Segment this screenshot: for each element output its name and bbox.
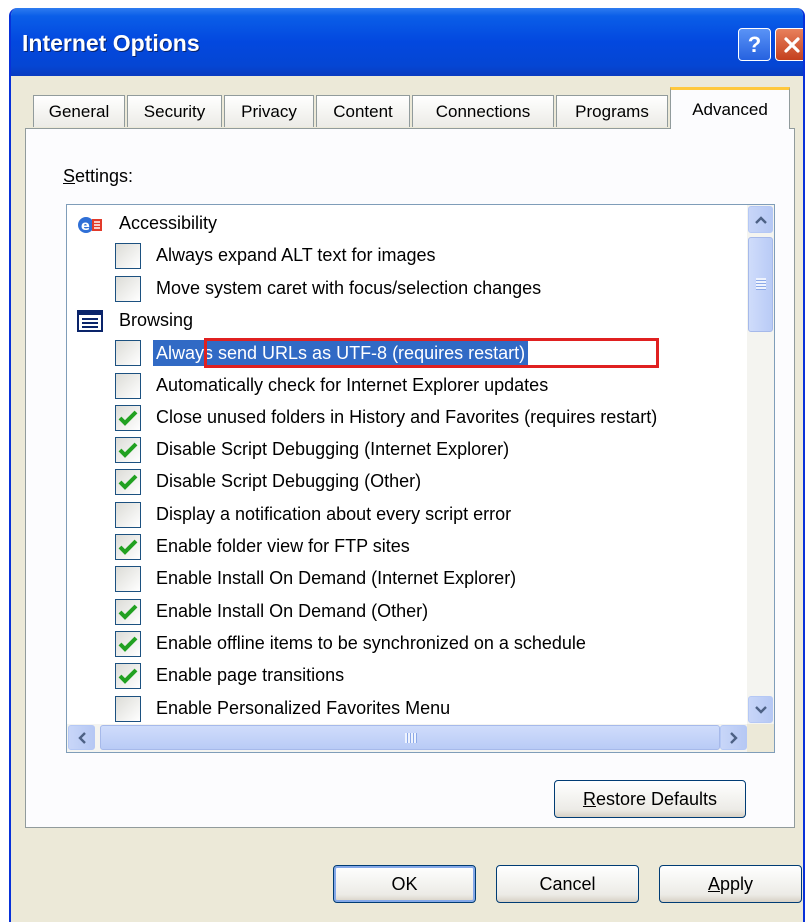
tab-general[interactable]: General: [33, 95, 125, 127]
settings-option[interactable]: Enable folder view for FTP sites: [67, 532, 747, 562]
settings-label-text: ettings:: [75, 166, 134, 186]
help-button[interactable]: ?: [738, 28, 771, 61]
setting-label: Enable page transitions: [156, 665, 345, 686]
settings-option[interactable]: Automatically check for Internet Explore…: [67, 371, 747, 401]
horizontal-scroll-thumb[interactable]: [100, 725, 720, 750]
checkmark-icon: [118, 474, 138, 491]
settings-option[interactable]: Enable Install On Demand (Internet Explo…: [67, 564, 747, 594]
chevron-down-icon: [754, 705, 767, 714]
settings-tree-list[interactable]: e Accessibility Always expand ALT text for…: [66, 204, 775, 753]
tab-strip: General Security Privacy Content Connect…: [11, 86, 803, 130]
checkmark-icon: [118, 604, 138, 620]
setting-label: Always expand ALT text for images: [156, 245, 436, 266]
settings-category: Browsing: [67, 306, 747, 336]
setting-label: Browsing: [119, 309, 194, 330]
setting-label: Close unused folders in History and Favo…: [156, 406, 658, 427]
setting-label: Display a notification about every scrip…: [156, 503, 512, 524]
restore-defaults-label: estore Defaults: [595, 788, 718, 809]
ok-button[interactable]: OK: [333, 865, 476, 903]
scroll-left-button[interactable]: [68, 725, 95, 750]
svg-text:e: e: [81, 219, 90, 234]
checkmark-icon: [118, 410, 138, 426]
setting-checkbox[interactable]: [115, 566, 141, 593]
tab-security[interactable]: Security: [127, 95, 222, 127]
vertical-scrollbar[interactable]: [747, 205, 774, 724]
setting-label: Enable Personalized Favorites Menu: [156, 697, 451, 718]
checkmark-icon: [118, 539, 138, 555]
setting-checkbox[interactable]: [115, 598, 141, 625]
settings-option[interactable]: Enable Install On Demand (Other): [67, 597, 747, 627]
settings-label-accesskey: S: [63, 166, 76, 186]
horizontal-scrollbar[interactable]: [67, 724, 748, 752]
internet-options-window: Internet Options ? General Security Priv…: [9, 8, 805, 922]
scroll-right-button[interactable]: [720, 725, 747, 750]
tab-privacy[interactable]: Privacy: [224, 95, 314, 127]
scrollbar-corner: [747, 724, 774, 752]
setting-label: Automatically check for Internet Explore…: [156, 374, 549, 395]
settings-option[interactable]: Display a notification about every scrip…: [67, 500, 747, 530]
settings-option[interactable]: Move system caret with focus/selection c…: [67, 274, 747, 304]
settings-option[interactable]: Enable Personalized Favorites Menu: [67, 694, 747, 724]
close-button[interactable]: [775, 28, 803, 61]
setting-checkbox[interactable]: [115, 630, 141, 657]
setting-label: Enable offline items to be synchronized …: [156, 632, 586, 653]
restore-defaults-accesskey: R: [582, 788, 596, 809]
checkmark-icon: [118, 668, 138, 685]
chevron-up-icon: [754, 215, 767, 224]
scroll-up-button[interactable]: [748, 206, 773, 233]
setting-checkbox[interactable]: [115, 469, 141, 496]
setting-label: Disable Script Debugging (Internet Explo…: [156, 439, 510, 460]
settings-category: e Accessibility: [67, 209, 747, 239]
help-icon: ?: [747, 31, 762, 57]
tab-programs[interactable]: Programs: [556, 95, 668, 127]
tab-advanced[interactable]: Advanced: [670, 87, 790, 129]
setting-label: Enable Install On Demand (Other): [156, 600, 429, 621]
settings-option[interactable]: Always send URLs as UTF-8 (requires rest…: [67, 338, 747, 368]
setting-checkbox[interactable]: [115, 372, 141, 399]
setting-label: Enable Install On Demand (Internet Explo…: [156, 568, 517, 589]
tab-connections[interactable]: Connections: [412, 95, 554, 127]
setting-checkbox[interactable]: [115, 663, 141, 690]
settings-option[interactable]: Enable offline items to be synchronized …: [67, 629, 747, 659]
apply-label: pply: [719, 873, 754, 894]
checkmark-icon: [118, 636, 138, 652]
checkmark-icon: [118, 442, 138, 458]
vertical-scroll-thumb[interactable]: [748, 237, 773, 332]
setting-label: Enable folder view for FTP sites: [156, 536, 410, 556]
setting-checkbox[interactable]: [115, 340, 141, 367]
setting-label: Move system caret with focus/selection c…: [156, 277, 542, 298]
setting-checkbox[interactable]: [115, 501, 141, 528]
settings-option[interactable]: Always expand ALT text for images: [67, 241, 747, 271]
settings-option[interactable]: Enable page transitions: [67, 661, 747, 691]
title-bar[interactable]: Internet Options ?: [11, 8, 803, 76]
apply-button[interactable]: Apply: [659, 865, 802, 903]
setting-label: Accessibility: [119, 213, 218, 233]
settings-option[interactable]: Disable Script Debugging (Internet Explo…: [67, 435, 747, 465]
setting-checkbox[interactable]: [115, 404, 141, 431]
setting-checkbox[interactable]: [115, 534, 141, 560]
accessibility-icon: e: [77, 213, 103, 235]
chevron-right-icon: [729, 731, 738, 744]
setting-checkbox[interactable]: [115, 275, 141, 302]
setting-checkbox[interactable]: [115, 243, 141, 270]
tab-content[interactable]: Content: [316, 95, 410, 127]
setting-label: Disable Script Debugging (Other): [156, 471, 422, 492]
restore-defaults-button[interactable]: Restore Defaults: [554, 780, 746, 818]
browsing-icon: [77, 309, 103, 332]
setting-checkbox[interactable]: [115, 437, 141, 464]
setting-label: Always send URLs as UTF-8 (requires rest…: [153, 340, 529, 367]
settings-label: Settings:: [63, 166, 133, 187]
cancel-button[interactable]: Cancel: [496, 865, 639, 903]
apply-accesskey: A: [707, 873, 720, 894]
setting-checkbox[interactable]: [115, 695, 141, 722]
window-title: Internet Options: [22, 30, 200, 56]
settings-option[interactable]: Disable Script Debugging (Other): [67, 467, 747, 497]
scroll-down-button[interactable]: [748, 696, 773, 723]
settings-option[interactable]: Close unused folders in History and Favo…: [67, 403, 747, 433]
close-icon: [783, 36, 800, 53]
chevron-left-icon: [77, 731, 86, 744]
